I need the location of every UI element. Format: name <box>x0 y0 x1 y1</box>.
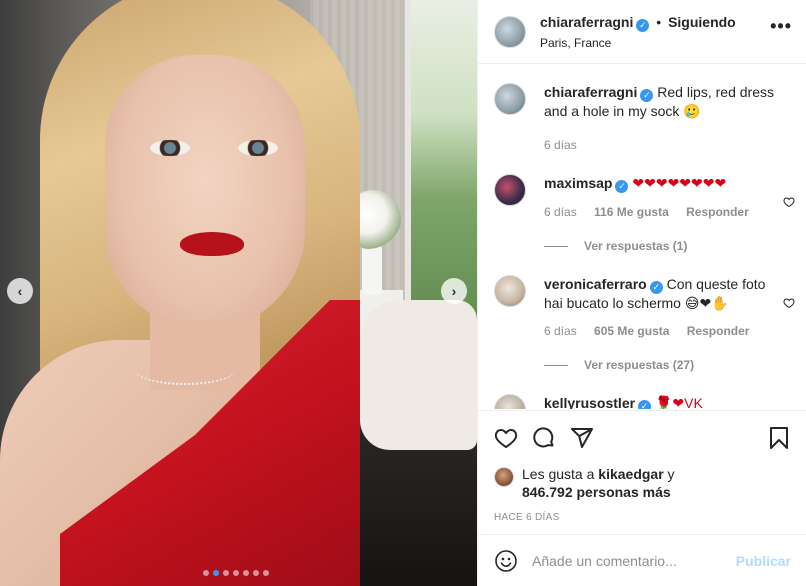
verified-icon: ✓ <box>636 18 650 32</box>
likes-prefix: Les gusta a <box>522 466 599 482</box>
view-replies-button[interactable]: Ver respuestas (1) <box>544 239 791 253</box>
photo-chair <box>360 300 477 450</box>
list-item: maximsap ✓ ❤❤❤❤❤❤❤❤ 6 días 116 Me gusta R… <box>494 174 795 221</box>
photo-necklace <box>135 355 235 385</box>
publish-button[interactable]: Publicar <box>736 553 791 569</box>
verified-icon: ✓ <box>640 89 654 102</box>
view-replies-label: Ver respuestas (27) <box>584 358 695 372</box>
view-replies-label: Ver respuestas (1) <box>584 239 688 253</box>
photo-vase <box>362 245 382 295</box>
carousel-dot <box>203 570 209 576</box>
replies-divider <box>544 364 568 366</box>
likes-mid: y <box>663 466 675 482</box>
emoji-icon[interactable] <box>494 549 518 573</box>
view-replies-button[interactable]: Ver respuestas (27) <box>544 358 791 372</box>
photo-eye-right <box>238 140 278 156</box>
comment-age[interactable]: 6 días <box>544 324 577 338</box>
verified-icon: ✓ <box>638 400 652 409</box>
avatar[interactable] <box>494 83 526 115</box>
photo-face <box>105 55 305 330</box>
carousel-dot <box>253 570 259 576</box>
caption: chiaraferragni ✓ Red lips, red dress and … <box>494 83 791 154</box>
likes-count[interactable]: 846.792 personas más <box>522 484 671 500</box>
post-modal: ‹ › chiaraferragni ✓ • Siguiendo Paris, F… <box>0 0 806 586</box>
replies-divider <box>544 245 568 247</box>
heart-icon[interactable] <box>494 426 518 450</box>
carousel-indicator <box>203 570 269 576</box>
photo-eye-left <box>150 140 190 156</box>
chevron-right-icon: › <box>451 283 457 299</box>
share-icon[interactable] <box>570 426 594 450</box>
carousel-dot <box>243 570 249 576</box>
comments-list[interactable]: chiaraferragni ✓ Red lips, red dress and … <box>478 65 806 409</box>
caption-age[interactable]: 6 días <box>544 138 577 152</box>
reply-button[interactable]: Responder <box>687 324 750 338</box>
likes-user[interactable]: kikaedgar <box>598 466 663 482</box>
comment-username[interactable]: maximsap <box>544 175 612 191</box>
avatar[interactable] <box>494 174 526 206</box>
post-header: chiaraferragni ✓ • Siguiendo Paris, Franc… <box>478 0 806 64</box>
comment-icon[interactable] <box>532 426 556 450</box>
carousel-prev-button[interactable]: ‹ <box>7 278 33 304</box>
carousel-dot <box>223 570 229 576</box>
photo-lips <box>180 232 244 256</box>
comment-input[interactable] <box>532 552 736 569</box>
more-icon[interactable]: ••• <box>770 16 792 37</box>
photo-window <box>405 0 477 330</box>
carousel-dot <box>213 570 219 576</box>
chevron-left-icon: ‹ <box>17 283 23 299</box>
comment-age[interactable]: 6 días <box>544 205 577 219</box>
add-comment-bar: Publicar <box>478 534 806 586</box>
post-sidebar: chiaraferragni ✓ • Siguiendo Paris, Franc… <box>477 0 806 586</box>
carousel-next-button[interactable]: › <box>441 278 467 304</box>
avatar[interactable] <box>494 15 526 48</box>
verified-icon: ✓ <box>649 281 663 294</box>
bookmark-icon[interactable] <box>767 426 791 450</box>
comment-likes[interactable]: 605 Me gusta <box>594 324 669 338</box>
comment-username[interactable]: veronicaferraro <box>544 276 647 292</box>
follow-status-button[interactable]: Siguiendo <box>668 14 736 30</box>
comment-text: 🌹❤VK <box>654 395 703 409</box>
post-username[interactable]: chiaraferragni <box>540 14 633 30</box>
post-location[interactable]: Paris, France <box>540 36 736 50</box>
carousel-dot <box>233 570 239 576</box>
heart-icon[interactable] <box>783 297 795 312</box>
post-time-ago[interactable]: HACE 6 DÍAS <box>494 512 791 523</box>
heart-icon[interactable] <box>783 196 795 211</box>
avatar[interactable] <box>494 394 526 409</box>
caption-username[interactable]: chiaraferragni <box>544 84 637 100</box>
comment-username[interactable]: kellyrusostler <box>544 395 635 409</box>
comment-likes[interactable]: 116 Me gusta <box>594 205 669 219</box>
list-item: kellyrusostler ✓ 🌹❤VK <box>494 394 791 409</box>
post-actions: Les gusta a kikaedgar y 846.792 personas… <box>478 410 806 523</box>
verified-icon: ✓ <box>615 180 629 193</box>
avatar[interactable] <box>494 275 526 307</box>
list-item: veronicaferraro ✓ Con queste foto hai buc… <box>494 275 795 340</box>
likes-summary[interactable]: Les gusta a kikaedgar y 846.792 personas… <box>494 465 791 501</box>
header-separator: • <box>656 13 662 30</box>
carousel-dot <box>263 570 269 576</box>
comment-text: ❤❤❤❤❤❤❤❤ <box>632 175 727 191</box>
post-photo[interactable]: ‹ › <box>0 0 477 586</box>
reply-button[interactable]: Responder <box>686 205 749 219</box>
avatar[interactable] <box>494 467 514 487</box>
